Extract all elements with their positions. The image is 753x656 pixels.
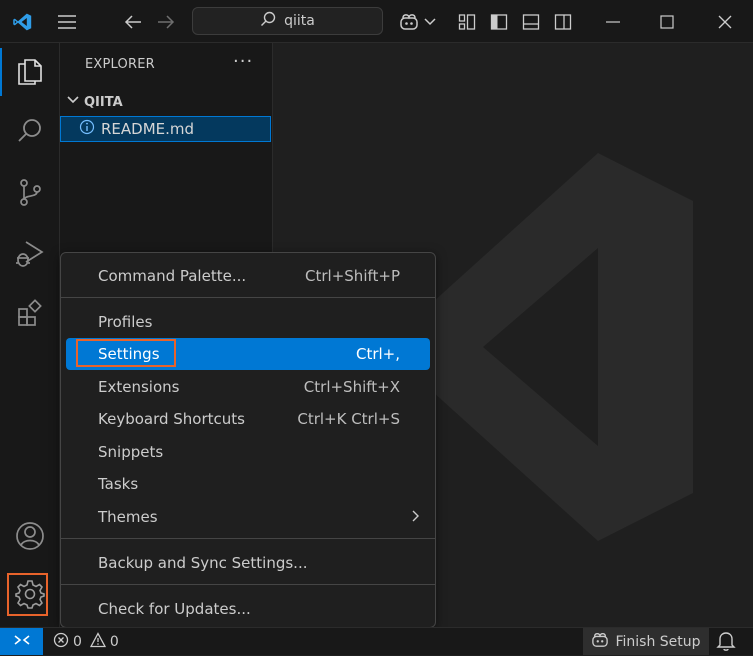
- search-text: qiita: [284, 13, 315, 29]
- menu-item-tasks[interactable]: Tasks: [66, 468, 430, 500]
- customize-layout-icon[interactable]: [455, 10, 479, 34]
- menu-item-label: Profiles: [98, 313, 153, 331]
- copilot-icon: [591, 632, 609, 652]
- menu-separator: [61, 297, 435, 298]
- chevron-right-icon: [412, 508, 420, 526]
- activity-bar: [0, 43, 60, 627]
- copilot-icon[interactable]: [397, 10, 421, 34]
- chevron-down-icon[interactable]: [422, 12, 438, 32]
- menu-separator: [61, 584, 435, 585]
- account-icon: [15, 521, 45, 555]
- back-arrow-icon[interactable]: [121, 10, 145, 34]
- run-debug-icon: [15, 238, 45, 272]
- menu-item-check-updates[interactable]: Check for Updates...: [66, 593, 430, 625]
- finish-setup-button[interactable]: Finish Setup: [583, 628, 709, 655]
- folder-section-header[interactable]: QIITA: [66, 93, 123, 111]
- info-icon: [79, 119, 95, 139]
- file-item-readme[interactable]: README.md: [60, 116, 271, 142]
- activity-accounts[interactable]: [0, 514, 60, 562]
- menu-item-label: Keyboard Shortcuts: [98, 410, 245, 428]
- menu-item-keyboard-shortcuts[interactable]: Keyboard Shortcuts Ctrl+K Ctrl+S: [66, 403, 430, 435]
- chevron-down-icon: [66, 93, 80, 111]
- menu-item-extensions[interactable]: Extensions Ctrl+Shift+X: [66, 371, 430, 403]
- menu-item-label: Extensions: [98, 378, 180, 396]
- source-control-icon: [16, 177, 44, 211]
- menu-item-shortcut: Ctrl+Shift+P: [305, 267, 400, 285]
- menu-item-themes[interactable]: Themes: [66, 501, 430, 533]
- maximize-icon[interactable]: [652, 10, 682, 34]
- search-icon: [16, 117, 44, 149]
- menu-item-profiles[interactable]: Profiles: [66, 306, 430, 338]
- warning-count: 0: [109, 634, 119, 650]
- sidebar-title: EXPLORER: [85, 57, 155, 72]
- activity-source-control[interactable]: [0, 170, 60, 218]
- menu-item-shortcut: Ctrl+Shift+X: [303, 378, 400, 396]
- toggle-sidebar-icon[interactable]: [487, 10, 511, 34]
- manage-context-menu: Command Palette... Ctrl+Shift+P Profiles…: [60, 252, 436, 628]
- folder-name: QIITA: [84, 94, 123, 110]
- extensions-icon: [16, 299, 44, 331]
- notifications-bell-icon[interactable]: [716, 630, 736, 656]
- activity-search[interactable]: [0, 109, 60, 157]
- menu-icon[interactable]: [54, 10, 80, 34]
- gear-highlight-box: [7, 573, 48, 616]
- menu-item-shortcut: Ctrl+K Ctrl+S: [297, 410, 400, 428]
- file-name: README.md: [101, 120, 195, 138]
- error-count: 0: [73, 634, 82, 650]
- close-icon[interactable]: [710, 10, 740, 34]
- files-icon: [16, 55, 44, 89]
- activity-extensions[interactable]: [0, 291, 60, 339]
- toggle-secondary-sidebar-icon[interactable]: [551, 10, 575, 34]
- menu-item-snippets[interactable]: Snippets: [66, 436, 430, 468]
- remote-indicator[interactable]: [0, 628, 43, 655]
- warning-icon: [89, 632, 107, 652]
- menu-item-label: Command Palette...: [98, 267, 247, 285]
- more-actions-icon[interactable]: ···: [233, 51, 253, 72]
- menu-item-command-palette[interactable]: Command Palette... Ctrl+Shift+P: [66, 260, 430, 292]
- menu-item-label: Tasks: [98, 475, 139, 493]
- menu-item-label: Backup and Sync Settings...: [98, 554, 308, 572]
- minimize-icon[interactable]: [598, 10, 628, 34]
- command-center-search[interactable]: qiita: [192, 7, 383, 35]
- search-icon: [260, 11, 276, 31]
- finish-setup-label: Finish Setup: [615, 633, 701, 650]
- menu-item-label: Check for Updates...: [98, 600, 251, 618]
- activity-run-debug[interactable]: [0, 231, 60, 279]
- remote-icon: [13, 632, 31, 652]
- menu-item-label: Snippets: [98, 443, 164, 461]
- menu-item-label: Themes: [98, 508, 158, 526]
- problems-indicator[interactable]: 0 0: [53, 632, 119, 652]
- title-bar: qiita: [0, 0, 753, 43]
- menu-item-shortcut: Ctrl+,: [355, 345, 400, 363]
- error-icon: [53, 632, 69, 652]
- activity-explorer[interactable]: [0, 48, 60, 96]
- menu-item-backup-sync[interactable]: Backup and Sync Settings...: [66, 547, 430, 579]
- status-bar: 0 0 Finish Setup: [0, 627, 753, 655]
- toggle-panel-icon[interactable]: [519, 10, 543, 34]
- menu-separator: [61, 538, 435, 539]
- settings-highlight-box: [76, 339, 176, 367]
- forward-arrow-icon[interactable]: [154, 10, 178, 34]
- vscode-logo-icon: [10, 10, 34, 34]
